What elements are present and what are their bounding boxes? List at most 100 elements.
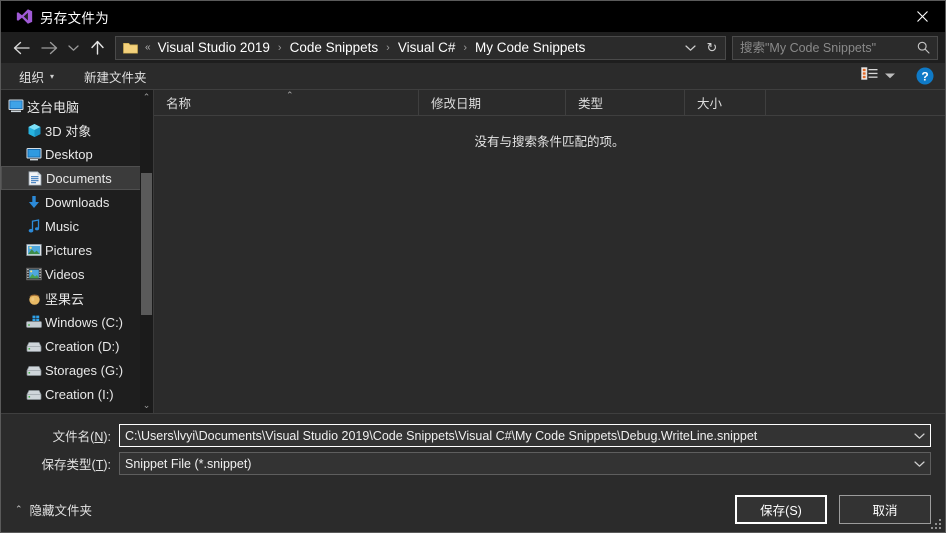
sidebar-item-nutstore[interactable]: 坚果云 xyxy=(1,286,153,310)
navigation-pane: 这台电脑 3D 对象 xyxy=(1,90,153,413)
sidebar-item-desktop[interactable]: Desktop xyxy=(1,142,153,166)
recent-locations-button[interactable] xyxy=(63,35,83,61)
system-drive-icon xyxy=(23,315,45,329)
sidebar-item-this-pc[interactable]: 这台电脑 xyxy=(1,94,153,118)
arrow-up-icon xyxy=(90,40,105,55)
sidebar-item-3d-objects[interactable]: 3D 对象 xyxy=(1,118,153,142)
sort-ascending-icon: ⌃ xyxy=(286,90,294,101)
sidebar-item-creation-d[interactable]: Creation (D:) xyxy=(1,334,153,358)
nutstore-icon xyxy=(23,291,45,306)
sidebar-item-label: Documents xyxy=(46,171,112,186)
sidebar-item-label: 3D 对象 xyxy=(45,121,91,140)
sidebar-item-documents[interactable]: Documents xyxy=(1,166,153,190)
sidebar-item-videos[interactable]: Videos xyxy=(1,262,153,286)
arrow-right-icon xyxy=(41,41,58,55)
sidebar-item-music[interactable]: Music xyxy=(1,214,153,238)
filename-input[interactable] xyxy=(120,429,908,443)
savetype-combo[interactable]: Snippet File (*.snippet) xyxy=(119,452,931,475)
sidebar-item-creation-i[interactable]: Creation (I:) xyxy=(1,382,153,406)
chevron-down-icon xyxy=(914,432,925,440)
breadcrumb-overflow[interactable]: « xyxy=(140,42,156,53)
3d-objects-icon xyxy=(23,123,45,138)
savetype-dropdown-button[interactable] xyxy=(908,460,930,468)
column-label: 名称 xyxy=(166,93,191,112)
chevron-down-icon xyxy=(68,44,79,52)
scrollbar-thumb[interactable] xyxy=(141,173,152,315)
scroll-up-button[interactable]: ⌃ xyxy=(140,90,153,105)
svg-text:?: ? xyxy=(921,69,928,83)
sidebar-item-label: Downloads xyxy=(45,195,109,210)
this-pc-icon xyxy=(5,99,27,113)
filename-row: 文件名(N): xyxy=(15,424,931,447)
filename-label: 文件名(N): xyxy=(15,426,119,445)
close-icon xyxy=(917,11,928,22)
hide-folders-toggle[interactable]: ⌃ 隐藏文件夹 xyxy=(15,500,92,519)
sidebar-item-pictures[interactable]: Pictures xyxy=(1,238,153,262)
savetype-row: 保存类型(T): Snippet File (*.snippet) xyxy=(15,452,931,475)
breadcrumb-item-3[interactable]: My Code Snippets xyxy=(473,38,587,57)
dialog-footer: ⌃ 隐藏文件夹 保存(S) 取消 xyxy=(1,486,945,532)
sidebar-item-label: 坚果云 xyxy=(45,289,84,308)
chevron-down-icon xyxy=(884,72,896,80)
search-icon[interactable] xyxy=(914,41,933,54)
column-header-name[interactable]: 名称 ⌃ xyxy=(154,90,419,115)
sidebar-item-label: Storages (G:) xyxy=(45,363,123,378)
organize-menu[interactable]: 组织 ▾ xyxy=(13,64,60,89)
up-button[interactable] xyxy=(83,35,111,61)
drive-icon xyxy=(23,388,45,401)
close-button[interactable] xyxy=(899,1,945,32)
window-title: 另存文件为 xyxy=(40,7,109,27)
drive-icon xyxy=(23,340,45,353)
breadcrumb-item-2[interactable]: Visual C# xyxy=(396,38,458,57)
search-box[interactable] xyxy=(732,36,938,60)
column-header-date-modified[interactable]: 修改日期 xyxy=(419,90,566,115)
command-bar: 组织 ▾ 新建文件夹 xyxy=(1,63,945,90)
new-folder-button[interactable]: 新建文件夹 xyxy=(78,64,153,89)
column-header-type[interactable]: 类型 xyxy=(566,90,685,115)
sidebar-item-storages-g[interactable]: Storages (G:) xyxy=(1,358,153,382)
sidebar-scrollbar[interactable]: ⌃ ⌄ xyxy=(140,90,153,413)
empty-message: 没有与搜索条件匹配的项。 xyxy=(474,131,624,150)
sidebar-item-windows-c[interactable]: Windows (C:) xyxy=(1,310,153,334)
save-button[interactable]: 保存(S) xyxy=(735,495,827,524)
column-label: 修改日期 xyxy=(431,93,481,112)
hide-folders-label: 隐藏文件夹 xyxy=(30,500,93,519)
view-mode-caret-icon xyxy=(880,67,896,85)
savetype-value: Snippet File (*.snippet) xyxy=(120,457,908,471)
sidebar-item-label: Windows (C:) xyxy=(45,315,123,330)
column-headers: 名称 ⌃ 修改日期 类型 大小 xyxy=(154,90,945,116)
sidebar-item-label: Creation (D:) xyxy=(45,339,119,354)
scroll-down-button[interactable]: ⌄ xyxy=(140,398,153,413)
view-mode-button[interactable] xyxy=(858,65,899,87)
search-input[interactable] xyxy=(740,41,914,55)
forward-button[interactable] xyxy=(35,35,63,61)
back-button[interactable] xyxy=(7,35,35,61)
save-as-dialog: 另存文件为 xyxy=(0,0,946,533)
pictures-icon xyxy=(23,243,45,257)
refresh-button[interactable]: ↻ xyxy=(701,37,723,59)
resize-grip[interactable] xyxy=(929,517,941,529)
filename-field[interactable] xyxy=(119,424,931,447)
organize-label: 组织 xyxy=(19,67,44,86)
help-button[interactable]: ? xyxy=(913,67,937,85)
file-list-body[interactable]: 没有与搜索条件匹配的项。 xyxy=(154,116,945,413)
arrow-left-icon xyxy=(13,41,30,55)
cancel-button[interactable]: 取消 xyxy=(839,495,931,524)
scrollbar-track[interactable] xyxy=(140,105,153,398)
column-header-size[interactable]: 大小 xyxy=(685,90,766,115)
breadcrumb-item-1[interactable]: Code Snippets xyxy=(288,38,381,57)
title-bar: 另存文件为 xyxy=(1,1,945,32)
savetype-label: 保存类型(T): xyxy=(15,454,119,473)
address-bar[interactable]: « Visual Studio 2019 › Code Snippets › V… xyxy=(115,36,726,60)
breadcrumb-item-0[interactable]: Visual Studio 2019 xyxy=(156,38,272,57)
path-history-dropdown[interactable] xyxy=(679,37,701,59)
new-folder-label: 新建文件夹 xyxy=(84,67,147,86)
navigation-bar: « Visual Studio 2019 › Code Snippets › V… xyxy=(1,32,945,63)
sidebar-item-downloads[interactable]: Downloads xyxy=(1,190,153,214)
sidebar-item-label: Music xyxy=(45,219,79,234)
music-icon xyxy=(23,219,45,234)
filename-dropdown-button[interactable] xyxy=(908,432,930,440)
column-label: 类型 xyxy=(578,93,603,112)
column-label: 大小 xyxy=(697,93,722,112)
sidebar-item-label: Videos xyxy=(45,267,85,282)
